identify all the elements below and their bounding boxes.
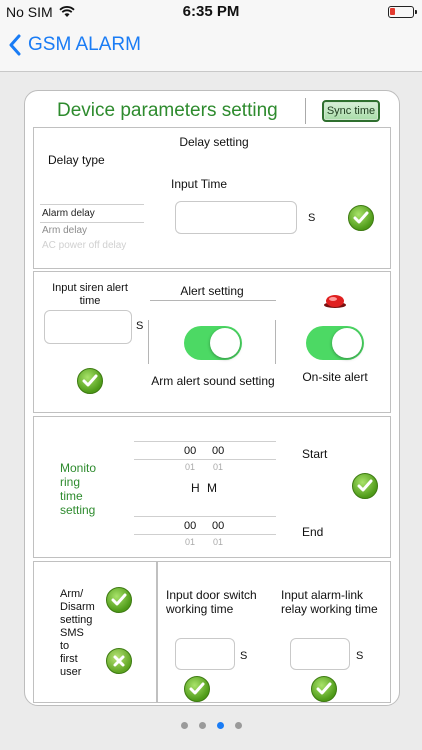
alert-setting-section: Input siren alert time S Alert setting A… — [33, 271, 391, 413]
siren-light-icon — [324, 295, 346, 308]
start-label: Start — [302, 447, 328, 461]
card-header: Device parameters setting Sync time — [25, 91, 399, 127]
start-minute-next[interactable]: 01 — [213, 462, 223, 472]
input-time-label: Input Time — [170, 177, 228, 191]
end-picker-bottom-line — [134, 534, 276, 535]
monitoring-label-line: ring — [60, 475, 81, 489]
siren-time-label-line: Input siren alert — [52, 282, 128, 294]
relay-confirm-check-icon[interactable] — [311, 676, 337, 702]
working-time-section: Input door switch working time S Input a… — [157, 561, 391, 703]
delay-time-input[interactable] — [175, 201, 297, 234]
door-switch-confirm-check-icon[interactable] — [184, 676, 210, 702]
alert-heading-underline — [150, 300, 276, 301]
card-title: Device parameters setting — [57, 100, 278, 121]
relay-label-line: relay working time — [281, 602, 378, 616]
siren-confirm-check-icon[interactable] — [77, 368, 103, 394]
siren-time-label: Input siren alert time — [40, 282, 140, 308]
alert-divider-left — [148, 320, 149, 364]
chevron-left-icon — [9, 34, 21, 56]
sms-label-line: Arm/ — [60, 588, 84, 600]
delay-type-option[interactable]: Arm delay — [42, 225, 87, 236]
picker-line-bottom — [40, 222, 144, 223]
relay-label: Input alarm-link relay working time — [281, 588, 378, 616]
nav-title: GSM ALARM — [28, 34, 141, 55]
sms-label: Arm/ Disarm setting SMS to first user — [60, 588, 95, 679]
sms-label-line: Disarm — [60, 601, 95, 613]
page-indicator — [0, 722, 422, 729]
page-dot[interactable] — [180, 722, 188, 729]
sms-label-line: first — [60, 653, 78, 665]
minute-label: M — [207, 481, 217, 495]
delay-unit-label: S — [308, 212, 316, 224]
door-switch-time-input[interactable] — [175, 638, 235, 670]
relay-unit-label: S — [356, 650, 364, 662]
sync-time-button[interactable]: Sync time — [322, 100, 380, 122]
alert-divider-right — [275, 320, 276, 364]
delay-heading: Delay setting — [179, 135, 249, 149]
start-minute-value[interactable]: 00 — [212, 445, 224, 457]
on-site-alert-label: On-site alert — [302, 370, 368, 384]
delay-setting-section: Delay setting Delay type Input Time Alar… — [33, 127, 391, 269]
end-minute-next[interactable]: 01 — [213, 537, 223, 547]
sms-setting-section: Arm/ Disarm setting SMS to first user — [33, 561, 157, 703]
picker-line-top — [40, 204, 144, 205]
end-minute-value[interactable]: 00 — [212, 520, 224, 532]
end-hour-next[interactable]: 01 — [185, 537, 195, 547]
monitoring-label: Monito ring time setting — [60, 461, 96, 517]
page-dot[interactable] — [234, 722, 242, 729]
alert-heading: Alert setting — [180, 284, 244, 298]
door-switch-label-line: working time — [166, 602, 234, 616]
sms-label-line: SMS — [60, 627, 84, 639]
door-switch-unit-label: S — [240, 650, 248, 662]
delay-confirm-check-icon[interactable] — [348, 205, 374, 231]
end-hour-value[interactable]: 00 — [184, 520, 196, 532]
start-picker-top-line — [134, 441, 276, 442]
sms-enable-check-icon[interactable] — [106, 587, 132, 613]
delay-type-option[interactable]: Alarm delay — [42, 208, 95, 219]
monitoring-label-line: setting — [60, 503, 96, 517]
monitoring-label-line: Monito — [60, 461, 97, 475]
start-hour-value[interactable]: 00 — [184, 445, 196, 457]
monitoring-label-line: time — [60, 489, 83, 503]
navigation-bar: GSM ALARM — [0, 24, 422, 72]
sms-disable-cross-icon[interactable] — [106, 648, 132, 674]
status-bar: No SIM 6:35 PM — [0, 0, 422, 24]
relay-label-line: Input alarm-link — [281, 588, 364, 602]
door-switch-label-line: Input door switch — [166, 588, 257, 602]
arm-alert-sound-label: Arm alert sound setting — [151, 374, 275, 388]
start-picker-bottom-line — [134, 459, 276, 460]
sms-label-line: to — [60, 640, 70, 652]
door-switch-label: Input door switch working time — [166, 588, 257, 616]
page-dot[interactable] — [216, 722, 224, 729]
back-button[interactable]: GSM ALARM — [8, 34, 141, 56]
header-divider — [305, 98, 306, 124]
sms-label-line: user — [60, 666, 82, 678]
on-site-alert-toggle[interactable] — [306, 326, 364, 360]
parameters-card: Device parameters setting Sync time Dela… — [24, 90, 400, 706]
start-hour-next[interactable]: 01 — [185, 462, 195, 472]
sms-label-line: setting — [60, 614, 93, 626]
relay-time-input[interactable] — [290, 638, 350, 670]
siren-time-label-line: time — [79, 295, 101, 307]
end-picker-top-line — [134, 516, 276, 517]
delay-type-label: Delay type — [48, 153, 105, 167]
battery-icon — [388, 6, 417, 18]
arm-alert-sound-toggle[interactable] — [184, 326, 242, 360]
siren-time-input[interactable] — [44, 310, 132, 344]
page-dot[interactable] — [198, 722, 206, 729]
delay-type-option[interactable]: AC power off delay — [42, 240, 126, 251]
monitoring-confirm-check-icon[interactable] — [352, 473, 378, 499]
siren-unit-label: S — [136, 320, 144, 332]
monitoring-time-section: Monito ring time setting 00 00 01 01 H M… — [33, 416, 391, 558]
status-time: 6:35 PM — [182, 3, 240, 20]
end-label: End — [302, 525, 324, 539]
hour-label: H — [191, 481, 200, 495]
